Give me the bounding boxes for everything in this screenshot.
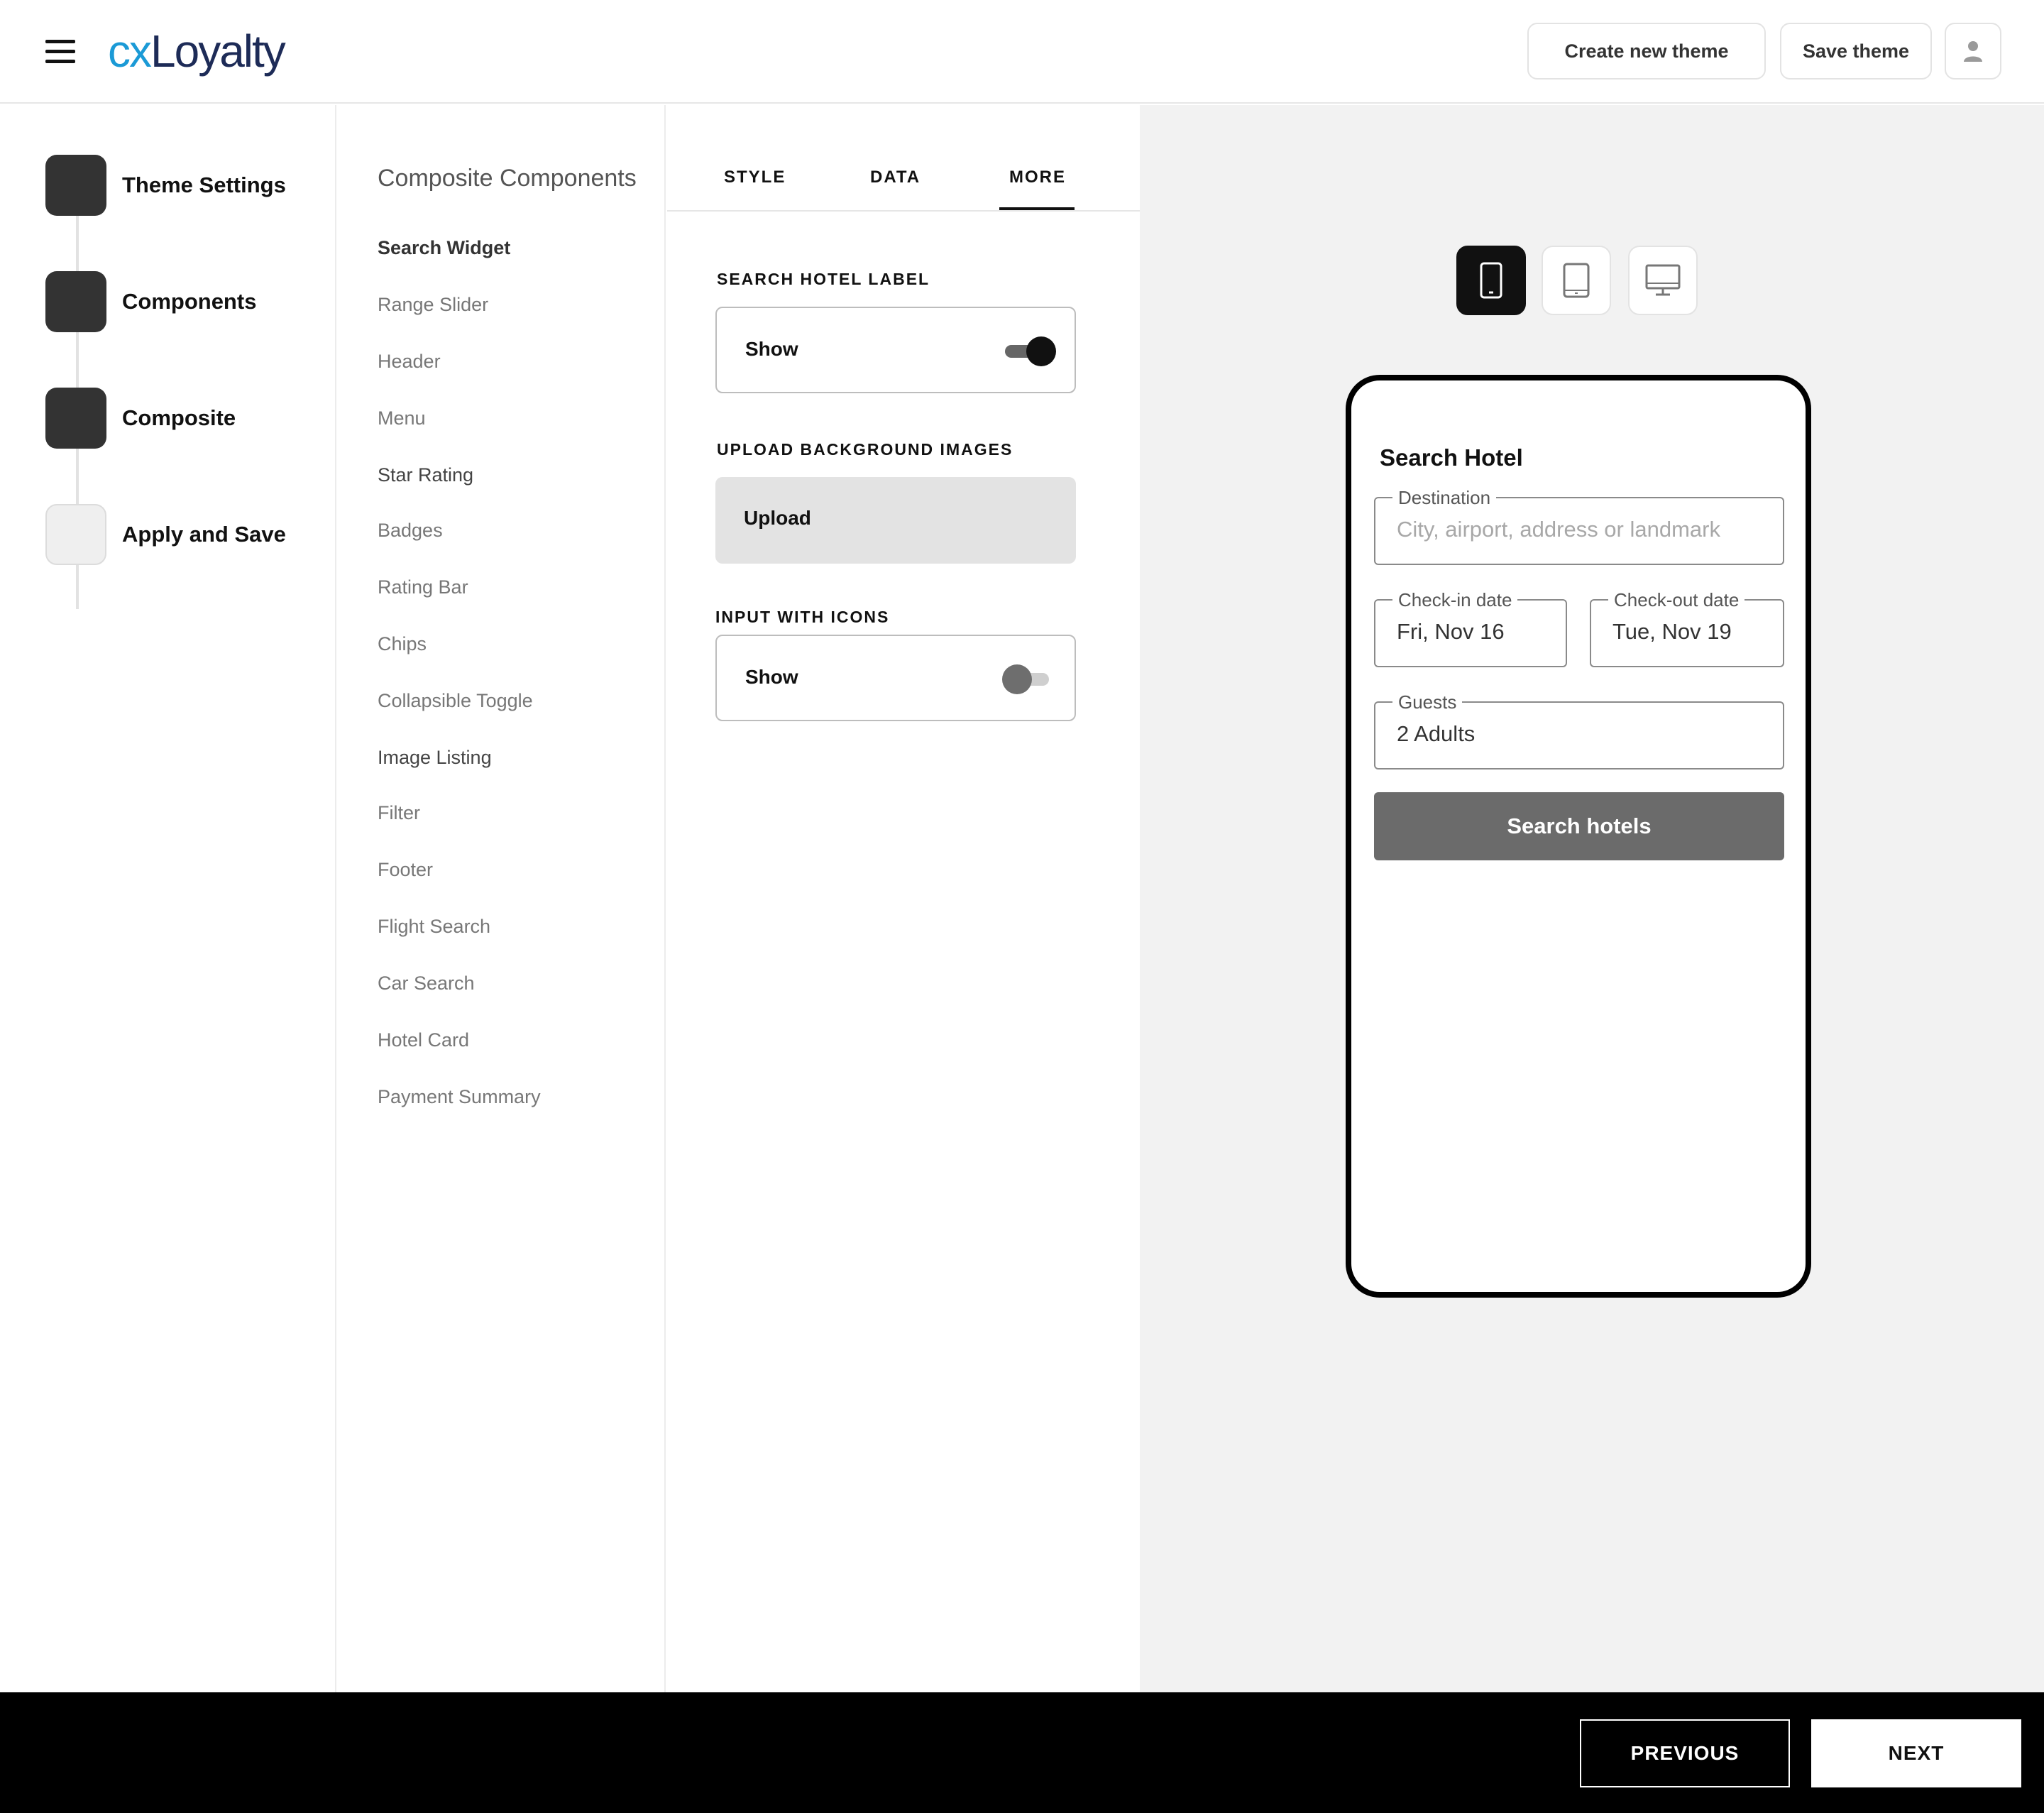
step-apply-and-save[interactable]: Apply and Save (45, 504, 286, 565)
search-hotels-button[interactable]: Search hotels (1374, 792, 1784, 860)
check-in-value: Fri, Nov 16 (1397, 619, 1505, 644)
phone-preview: Search Hotel Destination City, airport, … (1346, 375, 1811, 1298)
upload-button[interactable]: Upload (715, 477, 1076, 564)
guests-field[interactable]: Guests 2 Adults (1374, 691, 1784, 769)
user-profile-button[interactable] (1945, 23, 2001, 80)
step-components[interactable]: Components (45, 271, 256, 332)
step-label: Apply and Save (122, 522, 286, 547)
check-in-label: Check-in date (1392, 589, 1518, 611)
logo-prefix: cx (108, 26, 152, 77)
step-indicator (45, 504, 106, 565)
composite-components-list: Composite Components Search Widget Range… (338, 105, 666, 1692)
mobile-view-button[interactable] (1456, 246, 1526, 315)
component-star-rating[interactable]: Star Rating (378, 464, 473, 486)
step-theme-settings[interactable]: Theme Settings (45, 155, 286, 216)
component-flight-search[interactable]: Flight Search (378, 916, 490, 938)
footer-bar: PREVIOUS NEXT (0, 1692, 2044, 1813)
tablet-view-button[interactable] (1542, 246, 1611, 315)
check-out-label: Check-out date (1608, 589, 1745, 611)
tab-data[interactable]: DATA (870, 168, 921, 187)
save-theme-button[interactable]: Save theme (1780, 23, 1932, 80)
step-label: Components (122, 289, 257, 314)
option-label: Show (745, 338, 798, 360)
tab-style[interactable]: STYLE (724, 168, 786, 187)
toggle-knob (1002, 664, 1032, 694)
next-button[interactable]: NEXT (1811, 1719, 2021, 1787)
tablet-icon (1563, 263, 1590, 298)
search-hotel-label-title: SEARCH HOTEL LABEL (717, 270, 930, 288)
upload-background-images-title: UPLOAD BACKGROUND IMAGES (717, 440, 1013, 459)
logo: cxLoyalty (108, 23, 286, 80)
destination-placeholder: City, airport, address or landmark (1397, 517, 1720, 542)
component-hotel-card[interactable]: Hotel Card (378, 1029, 469, 1051)
component-header[interactable]: Header (378, 351, 441, 373)
step-composite[interactable]: Composite (45, 388, 236, 449)
component-rating-bar[interactable]: Rating Bar (378, 576, 468, 598)
component-image-listing[interactable]: Image Listing (378, 747, 492, 769)
settings-tabs: STYLE DATA MORE (667, 105, 1140, 212)
check-in-date-field[interactable]: Check-in date Fri, Nov 16 (1374, 589, 1567, 667)
user-icon (1964, 41, 1982, 62)
component-filter[interactable]: Filter (378, 802, 420, 824)
option-label: Show (745, 666, 798, 688)
search-hotel-label-option: Show (715, 307, 1076, 393)
component-chips[interactable]: Chips (378, 633, 427, 655)
input-with-icons-title: INPUT WITH ICONS (715, 608, 890, 626)
step-indicator (45, 388, 106, 449)
guests-value: 2 Adults (1397, 721, 1476, 746)
toggle-knob (1026, 336, 1056, 366)
tab-more[interactable]: MORE (1009, 168, 1066, 187)
component-menu[interactable]: Menu (378, 407, 426, 429)
desktop-view-button[interactable] (1628, 246, 1698, 315)
step-indicator (45, 155, 106, 216)
component-payment-summary[interactable]: Payment Summary (378, 1086, 541, 1108)
step-label: Theme Settings (122, 172, 286, 197)
destination-label: Destination (1392, 487, 1497, 509)
previous-button[interactable]: PREVIOUS (1580, 1719, 1790, 1787)
input-with-icons-toggle[interactable] (1002, 663, 1056, 694)
preview-area: Search Hotel Destination City, airport, … (1140, 105, 2044, 1692)
guests-label: Guests (1392, 691, 1463, 713)
component-badges[interactable]: Badges (378, 520, 443, 542)
component-collapsible-toggle[interactable]: Collapsible Toggle (378, 690, 533, 712)
search-hotel-title: Search Hotel (1380, 444, 1523, 471)
upload-label: Upload (744, 507, 811, 529)
step-label: Composite (122, 405, 236, 430)
mobile-icon (1480, 262, 1502, 299)
hamburger-menu-icon[interactable] (45, 40, 75, 64)
logo-suffix: Loyalty (150, 26, 286, 77)
top-bar: cxLoyalty Create new theme Save theme (0, 0, 2044, 104)
components-title: Composite Components (378, 165, 637, 192)
component-range-slider[interactable]: Range Slider (378, 294, 488, 316)
component-car-search[interactable]: Car Search (378, 973, 475, 995)
check-out-date-field[interactable]: Check-out date Tue, Nov 19 (1590, 589, 1784, 667)
create-new-theme-button[interactable]: Create new theme (1527, 23, 1766, 80)
destination-field[interactable]: Destination City, airport, address or la… (1374, 487, 1784, 565)
input-with-icons-option: Show (715, 635, 1076, 721)
search-hotel-label-toggle[interactable] (1002, 335, 1056, 366)
step-indicator (45, 271, 106, 332)
check-out-value: Tue, Nov 19 (1612, 619, 1732, 644)
wizard-steps: Theme Settings Components Composite Appl… (0, 105, 336, 1692)
desktop-icon (1645, 264, 1681, 296)
component-search-widget[interactable]: Search Widget (378, 237, 510, 259)
active-tab-indicator (999, 207, 1075, 210)
component-footer[interactable]: Footer (378, 859, 433, 881)
settings-panel: STYLE DATA MORE SEARCH HOTEL LABEL Show … (667, 105, 1140, 1692)
